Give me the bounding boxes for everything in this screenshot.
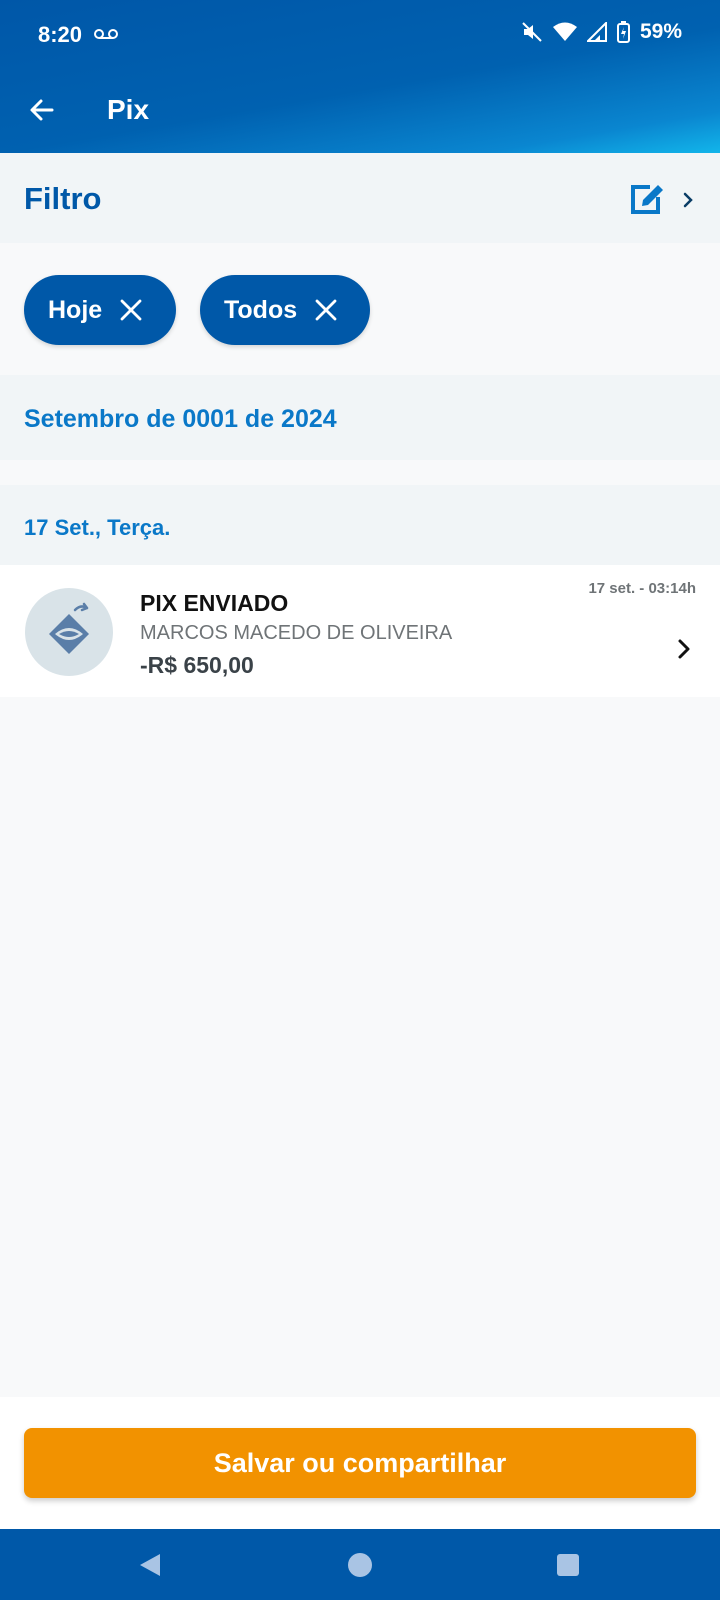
transaction-recipient: MARCOS MACEDO DE OLIVEIRA — [140, 622, 453, 644]
transaction-amount: -R$ 650,00 — [140, 652, 254, 678]
nav-recent-button[interactable] — [533, 1529, 603, 1600]
filter-chip-todos[interactable]: Todos — [200, 275, 370, 345]
wifi-icon — [552, 22, 577, 41]
day-label: 17 Set., Terça. — [24, 515, 171, 540]
battery-charging-icon — [616, 21, 630, 43]
arrow-left-icon[interactable] — [26, 94, 58, 126]
app-header: 8:20 59% Pix — [0, 0, 720, 153]
pix-icon — [49, 602, 89, 654]
voicemail-icon — [94, 29, 118, 39]
transaction-type: PIX ENVIADO — [140, 590, 289, 616]
save-share-button[interactable]: Salvar ou compartilhar — [24, 1428, 696, 1498]
triangle-back-icon — [140, 1553, 160, 1576]
footer: Salvar ou compartilhar — [0, 1397, 720, 1529]
circle-home-icon — [348, 1552, 372, 1577]
chevron-right-icon[interactable] — [682, 191, 694, 209]
close-icon[interactable] — [120, 299, 142, 321]
transaction-row[interactable]: PIX ENVIADO MARCOS MACEDO DE OLIVEIRA -R… — [0, 565, 720, 697]
pix-sent-avatar — [25, 588, 113, 676]
mute-icon — [522, 22, 542, 42]
chevron-right-icon[interactable] — [677, 638, 691, 660]
system-nav-bar — [0, 1529, 720, 1600]
transaction-time: 17 set. - 03:14h — [588, 580, 696, 597]
nav-back-button[interactable] — [115, 1529, 185, 1600]
filter-chip-hoje[interactable]: Hoje — [24, 275, 176, 345]
filter-chips: Hoje Todos — [0, 243, 720, 375]
page-title: Pix — [107, 94, 150, 125]
day-header: 17 Set., Terça. — [0, 485, 720, 565]
filter-bar: Filtro — [0, 153, 720, 243]
status-bar: 8:20 59% — [0, 0, 720, 70]
month-label: Setembro de 0001 de 2024 — [24, 405, 337, 433]
month-header: Setembro de 0001 de 2024 — [0, 375, 720, 460]
edit-icon[interactable] — [628, 181, 666, 217]
status-icons: 59% — [521, 20, 682, 44]
battery-level: 59% — [639, 20, 682, 43]
close-icon[interactable] — [315, 299, 337, 321]
status-time: 8:20 — [38, 22, 83, 47]
chip-label: Todos — [224, 295, 298, 324]
filter-title: Filtro — [24, 181, 102, 216]
empty-list-area — [0, 697, 720, 1397]
square-recent-icon — [557, 1553, 579, 1576]
signal-icon — [586, 22, 607, 42]
nav-home-button[interactable] — [325, 1529, 395, 1600]
chip-label: Hoje — [48, 295, 103, 324]
